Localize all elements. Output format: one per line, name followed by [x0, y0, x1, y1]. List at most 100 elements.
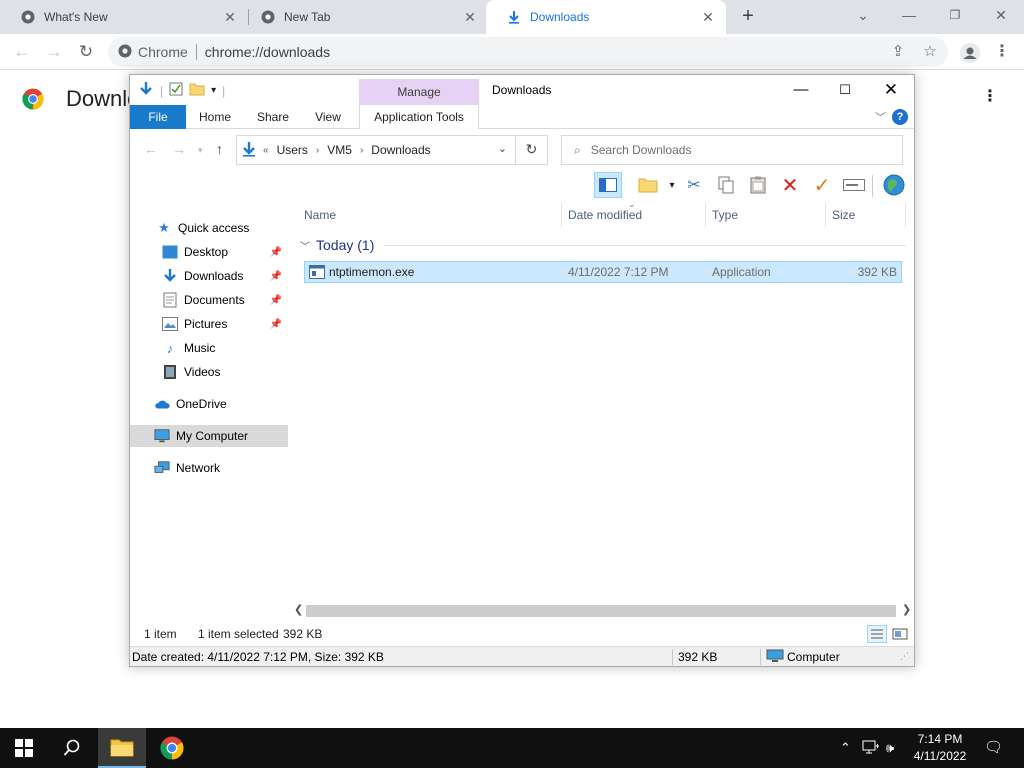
tab-file[interactable]: File [130, 105, 186, 129]
close-icon[interactable]: ✕ [462, 9, 478, 26]
breadcrumb-users[interactable]: Users [277, 143, 308, 157]
maximize-icon[interactable]: ☐ [830, 79, 860, 101]
scrollbar-thumb[interactable] [306, 605, 896, 617]
tab-view[interactable]: View [306, 105, 350, 129]
pin-icon[interactable]: 📌 [270, 319, 282, 330]
sidebar-item-quick-access[interactable]: ★ Quick access [130, 217, 288, 239]
refresh-button[interactable]: ↻ [515, 135, 547, 165]
overflow-chevron[interactable]: « [263, 145, 269, 156]
recent-locations-icon[interactable]: ▾ [198, 145, 203, 156]
pin-icon[interactable]: 📌 [270, 271, 282, 282]
address-bar[interactable]: « Users › VM5 › Downloads ⌄ ↻ [236, 135, 548, 165]
sidebar-item-label: Quick access [178, 221, 250, 235]
sidebar-item-onedrive[interactable]: OneDrive [130, 393, 288, 415]
back-button[interactable]: ← [10, 40, 34, 64]
tab-share[interactable]: Share [250, 105, 296, 129]
minimize-icon[interactable]: — [786, 79, 816, 101]
show-hidden-icons-icon[interactable]: ⌃ [840, 740, 851, 756]
properties-icon[interactable] [138, 81, 154, 100]
volume-icon[interactable]: 🕪 [886, 740, 894, 756]
pin-icon[interactable]: 📌 [270, 247, 282, 258]
forward-button[interactable]: → [42, 40, 66, 64]
bookmark-star-icon[interactable]: ☆ [920, 42, 940, 62]
close-window-icon[interactable]: ✕ [990, 4, 1012, 26]
checklist-icon[interactable] [169, 82, 183, 99]
chevron-down-icon[interactable]: ⌄ [498, 142, 507, 155]
close-icon[interactable]: ✕ [700, 9, 716, 26]
network-icon[interactable] [862, 740, 880, 759]
breadcrumb-vm5[interactable]: VM5 [327, 143, 352, 157]
profile-avatar-icon[interactable] [960, 43, 980, 63]
application-icon [309, 265, 325, 282]
scroll-right-icon[interactable]: ❯ [902, 603, 911, 616]
search-placeholder: Search Downloads [590, 143, 692, 157]
share-icon[interactable]: ⇪ [888, 42, 908, 62]
up-button[interactable]: ↑ [216, 141, 223, 157]
reload-button[interactable]: ↻ [74, 40, 98, 64]
close-icon[interactable]: ✕ [876, 79, 906, 101]
column-header-type[interactable]: Type [706, 203, 826, 227]
customize-qat-icon[interactable]: ▾ [211, 85, 216, 96]
sidebar-item-my-computer[interactable]: My Computer [130, 425, 288, 447]
sidebar-item-desktop[interactable]: Desktop 📌 [130, 241, 288, 263]
tab-downloads[interactable]: Downloads ✕ [486, 0, 726, 34]
tab-title: New Tab [284, 10, 331, 24]
help-icon[interactable]: ? [892, 109, 908, 125]
page-menu-icon[interactable]: ⋮ [982, 86, 998, 106]
sidebar-item-music[interactable]: ♪ Music [130, 337, 288, 359]
sidebar-item-pictures[interactable]: Pictures 📌 [130, 313, 288, 335]
tab-whats-new[interactable]: What's New ✕ [0, 0, 248, 34]
search-input[interactable]: ⌕ Search Downloads [561, 135, 903, 165]
globe-icon[interactable] [880, 172, 908, 198]
tab-search-icon[interactable]: ⌄ [852, 4, 874, 26]
omnibox[interactable]: Chrome chrome://downloads [108, 37, 948, 67]
horizontal-scrollbar[interactable]: ❮ ❯ [290, 603, 914, 619]
chevron-right-icon[interactable]: › [360, 145, 363, 156]
column-header-size[interactable]: Size [826, 203, 906, 227]
delete-icon[interactable]: ✕ [776, 172, 804, 198]
search-button[interactable] [48, 728, 96, 768]
forward-button[interactable]: → [172, 141, 186, 157]
chevron-right-icon[interactable]: › [316, 145, 319, 156]
tab-new-tab[interactable]: New Tab ✕ [240, 0, 488, 34]
sidebar-item-documents[interactable]: Documents 📌 [130, 289, 288, 311]
rename-icon[interactable] [840, 172, 868, 198]
column-header-name[interactable]: Name [298, 203, 562, 227]
chrome-tabstrip: What's New ✕ New Tab ✕ Downloads ✕ + ⌄ —… [0, 0, 1024, 34]
scroll-left-icon[interactable]: ❮ [294, 603, 303, 616]
restore-icon[interactable]: ❐ [944, 4, 966, 26]
resize-grip-icon[interactable]: ⋰ [900, 651, 909, 662]
sidebar-item-label: My Computer [176, 429, 249, 443]
close-icon[interactable]: ✕ [222, 9, 238, 26]
group-header-today[interactable]: ﹀ Today (1) [300, 235, 906, 255]
sidebar-item-network[interactable]: Network [130, 457, 288, 479]
start-button[interactable] [0, 728, 48, 768]
tab-application-tools[interactable]: Application Tools [359, 105, 479, 129]
checkmark-icon[interactable]: ✓ [808, 172, 836, 198]
url-text: chrome://downloads [204, 44, 331, 60]
new-folder-icon[interactable] [189, 82, 205, 99]
breadcrumb-downloads[interactable]: Downloads [371, 143, 430, 157]
sidebar-item-downloads[interactable]: Downloads 📌 [130, 265, 288, 287]
new-tab-button[interactable]: + [736, 5, 760, 29]
minimize-icon[interactable]: — [898, 4, 920, 26]
details-view-icon[interactable] [867, 625, 887, 643]
chrome-menu-icon[interactable]: ⋮ [994, 40, 1010, 64]
back-button[interactable]: ← [144, 141, 158, 157]
system-clock[interactable]: 7:14 PM 4/11/2022 [904, 731, 976, 765]
table-row[interactable]: ntptimemon.exe 4/11/2022 7:12 PM Applica… [304, 261, 902, 283]
tab-home[interactable]: Home [192, 105, 238, 129]
expand-ribbon-icon[interactable]: ﹀ [875, 109, 886, 125]
file-explorer-taskbar-button[interactable] [98, 728, 146, 768]
preview-pane-icon[interactable] [594, 172, 622, 198]
manage-context-tab[interactable]: Manage [359, 79, 479, 105]
pin-icon[interactable]: 📌 [270, 295, 282, 306]
chrome-taskbar-button[interactable] [148, 728, 196, 768]
chevron-down-icon[interactable]: ﹀ [300, 238, 310, 253]
large-icons-view-icon[interactable] [890, 625, 910, 643]
cut-icon[interactable]: ✂ [680, 172, 708, 198]
notifications-icon[interactable]: 🗨 [984, 738, 1003, 756]
copy-icon[interactable] [712, 172, 740, 198]
paste-icon[interactable] [744, 172, 772, 198]
sidebar-item-videos[interactable]: Videos [130, 361, 288, 383]
